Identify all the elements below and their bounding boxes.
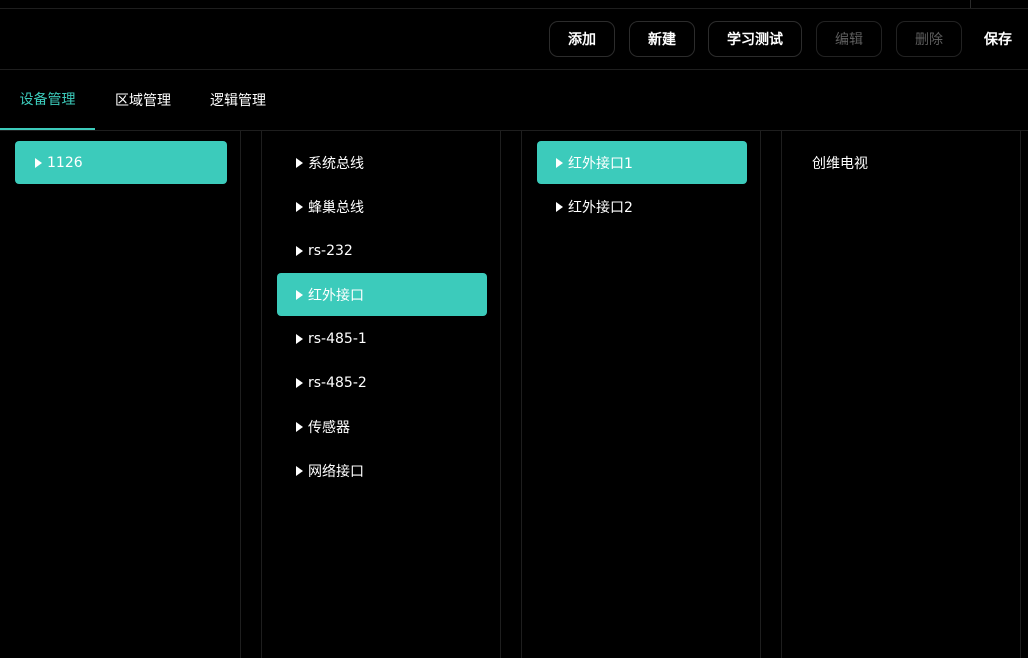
add-button[interactable]: 添加 [549, 21, 615, 57]
column-divider [760, 131, 761, 658]
top-strip [0, 0, 1028, 9]
top-strip-divider [970, 0, 971, 8]
learn-test-button[interactable]: 学习测试 [708, 21, 802, 57]
column-divider [1020, 131, 1021, 658]
bus-column: 系统总线 蜂巢总线 rs-232 红外接口 rs-485-1 rs-485-2 … [262, 131, 500, 658]
interface-item-label: 红外接口1 [568, 155, 633, 172]
column-divider [240, 131, 241, 658]
bus-item-label: 网络接口 [308, 463, 364, 480]
interface-column: 红外接口1 红外接口2 [522, 131, 760, 658]
bus-item[interactable]: rs-232 [277, 229, 487, 272]
bus-item[interactable]: rs-485-2 [277, 361, 487, 404]
bus-item[interactable]: 蜂巢总线 [277, 185, 487, 228]
interface-item[interactable]: 红外接口1 [537, 141, 747, 184]
device-item-1126[interactable]: 1126 [15, 141, 227, 184]
target-item-label: 创维电视 [812, 155, 868, 172]
edit-button[interactable]: 编辑 [816, 21, 882, 57]
caret-right-icon [296, 421, 303, 432]
target-column: 创维电视 [782, 131, 1020, 658]
bus-item[interactable]: 传感器 [277, 405, 487, 448]
caret-right-icon [35, 157, 42, 168]
tab-bar: 设备管理 区域管理 逻辑管理 [0, 70, 1028, 131]
interface-item-label: 红外接口2 [568, 199, 633, 216]
caret-right-icon [556, 157, 563, 168]
bus-item-label: 蜂巢总线 [308, 199, 364, 216]
save-button[interactable]: 保存 [984, 21, 1012, 57]
caret-right-icon [296, 201, 303, 212]
toolbar: 添加 新建 学习测试 编辑 删除 保存 [0, 9, 1028, 70]
device-item-label: 1126 [47, 154, 83, 171]
bus-item-label: rs-485-1 [308, 330, 367, 347]
bus-item-label: rs-485-2 [308, 374, 367, 391]
bus-item[interactable]: 网络接口 [277, 449, 487, 492]
bus-item-label: 红外接口 [308, 287, 364, 304]
bus-item-label: 传感器 [308, 419, 350, 436]
bus-item-label: 系统总线 [308, 155, 364, 172]
column-divider [500, 131, 501, 658]
new-button[interactable]: 新建 [629, 21, 695, 57]
tab-device-management[interactable]: 设备管理 [0, 70, 95, 130]
interface-item[interactable]: 红外接口2 [537, 185, 747, 228]
target-item[interactable]: 创维电视 [797, 141, 1007, 184]
caret-right-icon [556, 201, 563, 212]
tab-area-management[interactable]: 区域管理 [104, 70, 182, 130]
device-column: 1126 [0, 131, 240, 658]
app-window: 添加 新建 学习测试 编辑 删除 保存 设备管理 区域管理 逻辑管理 1126 … [0, 0, 1028, 658]
caret-right-icon [296, 289, 303, 300]
bus-item[interactable]: 系统总线 [277, 141, 487, 184]
bus-item[interactable]: 红外接口 [277, 273, 487, 316]
caret-right-icon [296, 333, 303, 344]
caret-right-icon [296, 377, 303, 388]
delete-button[interactable]: 删除 [896, 21, 962, 57]
bus-item[interactable]: rs-485-1 [277, 317, 487, 360]
caret-right-icon [296, 157, 303, 168]
tab-logic-management[interactable]: 逻辑管理 [199, 70, 277, 130]
caret-right-icon [296, 465, 303, 476]
caret-right-icon [296, 245, 303, 256]
bus-item-label: rs-232 [308, 242, 353, 259]
